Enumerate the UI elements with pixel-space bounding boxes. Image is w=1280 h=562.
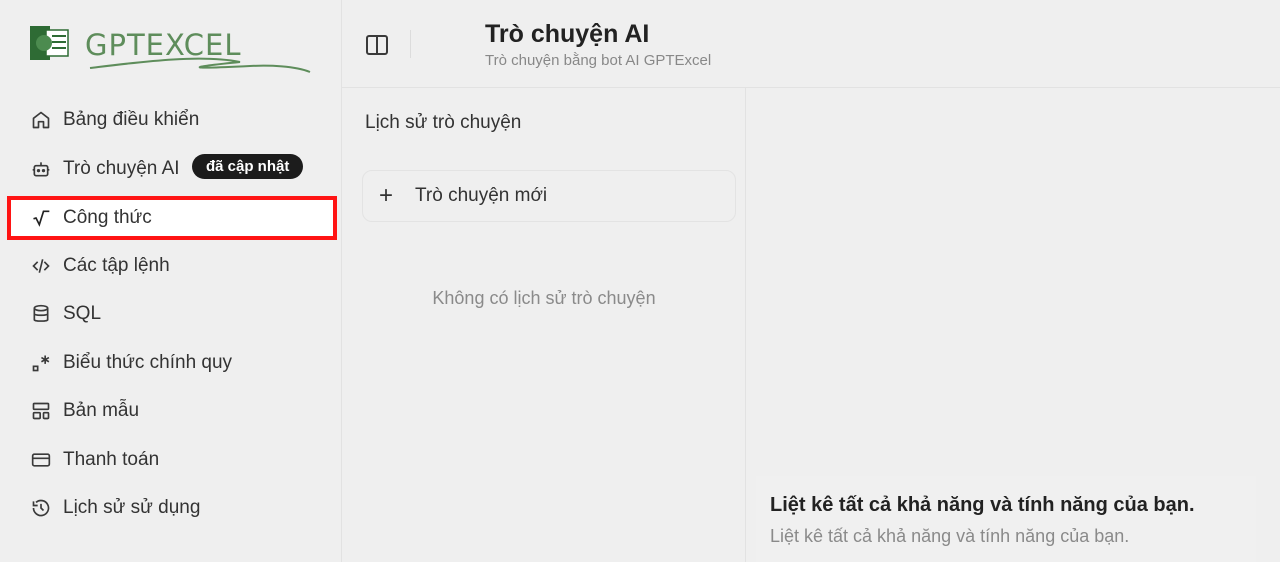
chat-history-panel: Lịch sử trò chuyện + Trò chuyện mới Khôn… bbox=[342, 88, 746, 562]
sidebar-item-sql[interactable]: SQL bbox=[12, 294, 332, 334]
bot-icon bbox=[30, 158, 52, 180]
sidebar-item-templates[interactable]: Bản mẫu bbox=[12, 391, 332, 431]
home-icon bbox=[30, 109, 52, 131]
logo-text: GPTEXCEL bbox=[85, 28, 242, 62]
sidebar-item-label: Bảng điều khiển bbox=[63, 109, 200, 130]
suggestion-description: Liệt kê tất cả khả năng và tính năng của… bbox=[770, 526, 1130, 546]
updated-badge: đã cập nhật bbox=[192, 154, 304, 179]
sidebar-toggle-button[interactable] bbox=[364, 32, 390, 58]
sidebar-item-scripts[interactable]: Các tập lệnh bbox=[12, 246, 332, 286]
empty-history-text: Không có lịch sử trò chuyện bbox=[432, 288, 656, 308]
page-title: Trò chuyện AI bbox=[485, 20, 650, 48]
sidebar-item-billing[interactable]: Thanh toán bbox=[12, 440, 332, 480]
page-subtitle: Trò chuyện bằng bot AI GPTExcel bbox=[485, 52, 712, 69]
chat-main-area: Liệt kê tất cả khả năng và tính năng của… bbox=[746, 88, 1280, 562]
sidebar-item-label: Các tập lệnh bbox=[63, 255, 170, 276]
sidebar-item-label: Bản mẫu bbox=[63, 400, 140, 421]
database-icon bbox=[30, 303, 52, 325]
template-icon bbox=[30, 400, 52, 422]
sidebar-item-usage-history[interactable]: Lịch sử sử dụng bbox=[12, 488, 332, 528]
suggestion-card[interactable]: Liệt kê tất cả khả năng và tính năng của… bbox=[756, 476, 1256, 562]
header: Trò chuyện AI Trò chuyện bằng bot AI GPT… bbox=[342, 0, 1280, 88]
sidebar-item-ai-chat[interactable]: Trò chuyện AI đã cập nhật bbox=[12, 142, 332, 196]
sidebar-item-label: Trò chuyện AI bbox=[63, 158, 180, 179]
chat-history-title: Lịch sử trò chuyện bbox=[365, 112, 522, 133]
sqrt-icon bbox=[30, 207, 52, 229]
code-icon bbox=[30, 255, 52, 277]
sidebar-item-formulas[interactable]: Công thức bbox=[12, 198, 332, 238]
sidebar: GPTEXCEL Bảng điều khiển Trò chuyện AI đ… bbox=[0, 0, 342, 562]
panel-toggle-icon bbox=[366, 35, 388, 55]
header-divider bbox=[410, 30, 411, 58]
history-icon bbox=[30, 497, 52, 519]
gptexcel-logo[interactable]: GPTEXCEL bbox=[30, 22, 320, 78]
credit-card-icon bbox=[30, 449, 52, 471]
suggestion-title: Liệt kê tất cả khả năng và tính năng của… bbox=[770, 494, 1195, 516]
sidebar-item-label: Lịch sử sử dụng bbox=[63, 497, 201, 518]
sidebar-item-label: Công thức bbox=[63, 207, 152, 228]
new-chat-button[interactable]: + Trò chuyện mới bbox=[362, 170, 736, 222]
plus-icon: + bbox=[379, 182, 394, 209]
sidebar-item-label: Biểu thức chính quy bbox=[63, 352, 233, 373]
new-chat-label: Trò chuyện mới bbox=[415, 185, 548, 206]
sidebar-item-regex[interactable]: Biểu thức chính quy bbox=[12, 343, 332, 383]
regex-icon bbox=[30, 352, 52, 374]
sidebar-item-label: SQL bbox=[63, 303, 102, 324]
sidebar-item-label: Thanh toán bbox=[63, 449, 160, 470]
sidebar-item-dashboard[interactable]: Bảng điều khiển bbox=[12, 100, 332, 140]
